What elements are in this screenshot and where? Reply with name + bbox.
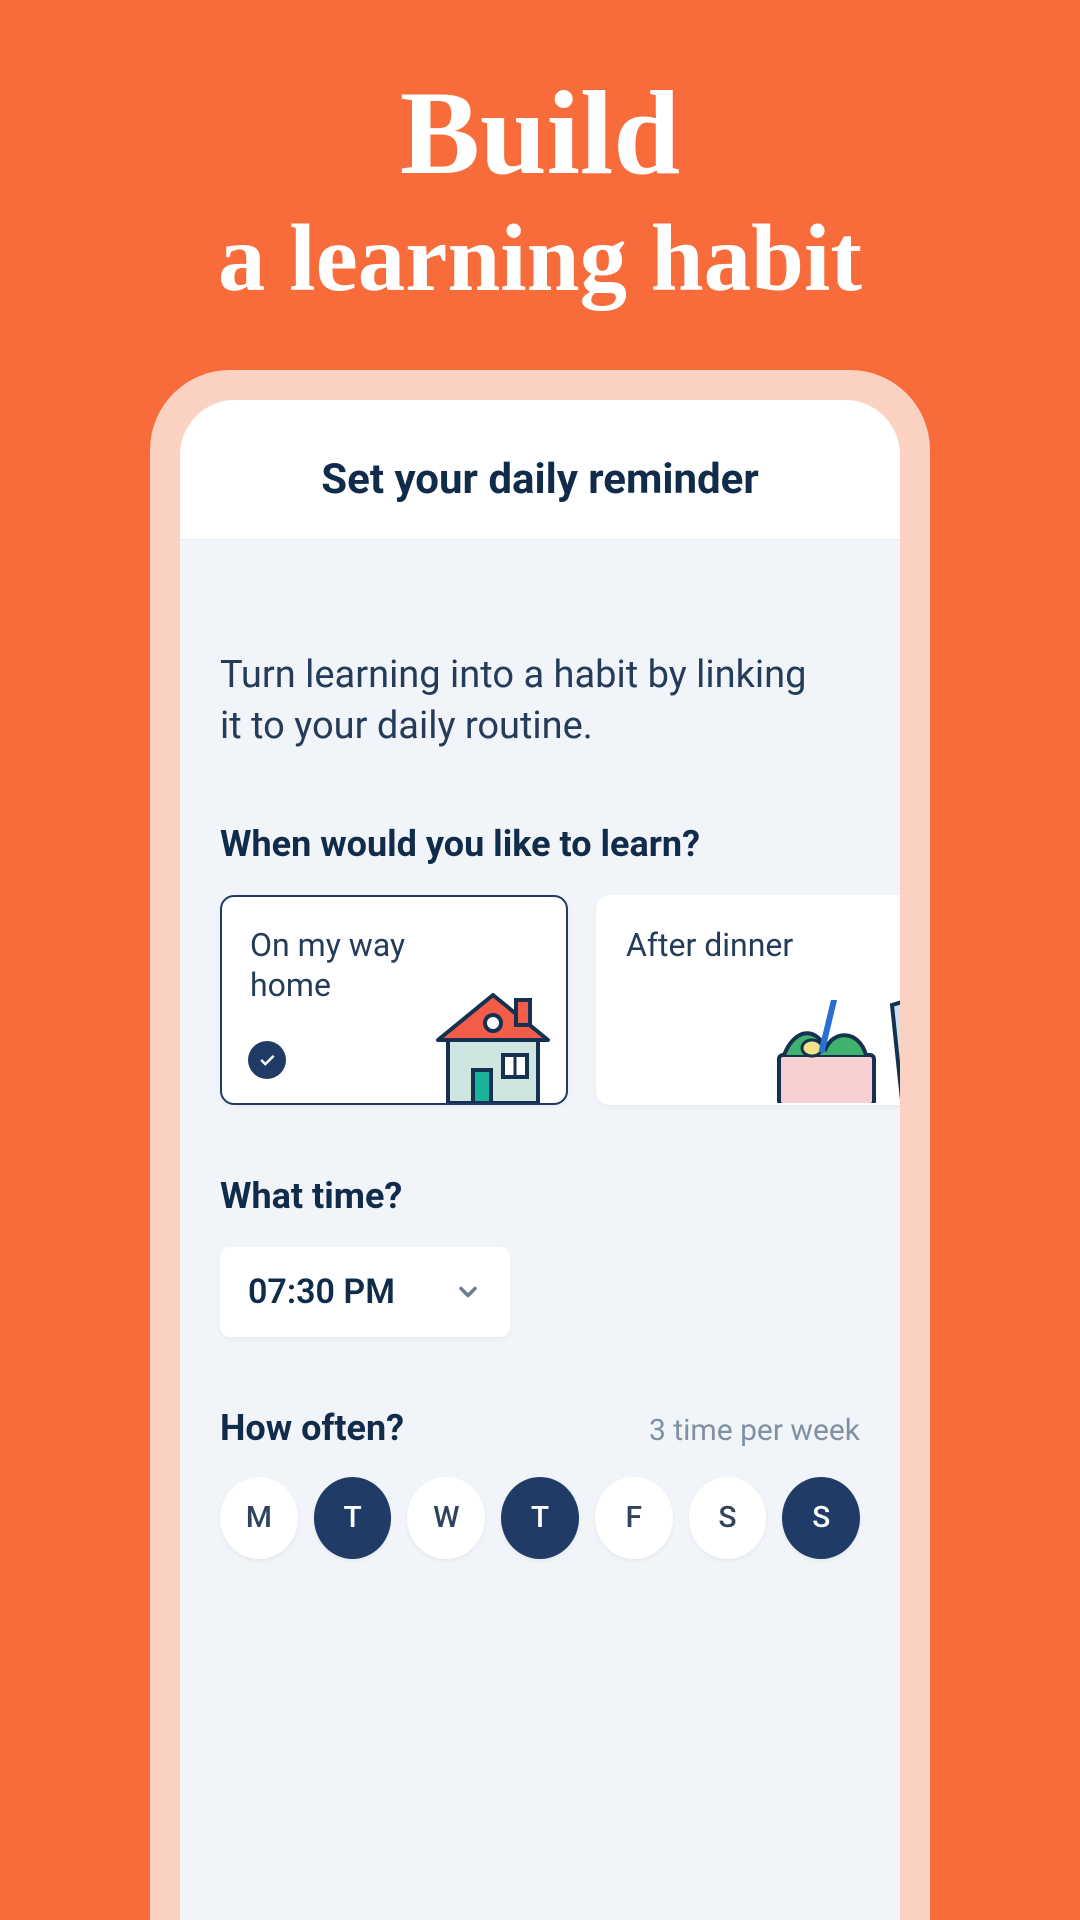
dinner-icon (764, 1000, 900, 1105)
frequency-summary: 3 time per week (649, 1413, 860, 1448)
day-toggle-sat[interactable]: S (689, 1477, 767, 1559)
day-toggle-thu[interactable]: T (501, 1477, 579, 1559)
day-toggle-tue[interactable]: T (314, 1477, 392, 1559)
time-value: 07:30 PM (248, 1272, 395, 1312)
question-how-often: How often? (220, 1407, 404, 1449)
chevron-down-icon (454, 1278, 482, 1306)
day-toggle-mon[interactable]: M (220, 1477, 298, 1559)
hero-line2: a learning habit (0, 206, 1080, 311)
days-row: M T W T F S S (220, 1477, 860, 1559)
screen-body: Turn learning into a habit by linking it… (180, 540, 900, 1559)
selected-check-icon (248, 1041, 286, 1079)
phone-screen: Set your daily reminder Turn learning in… (180, 400, 900, 1920)
question-when: When would you like to learn? (220, 823, 860, 865)
intro-text: Turn learning into a habit by linking it… (220, 650, 820, 753)
screen-title: Set your daily reminder (200, 455, 880, 504)
house-icon (418, 985, 568, 1105)
day-toggle-wed[interactable]: W (407, 1477, 485, 1559)
hero-line1: Build (0, 70, 1080, 196)
time-select[interactable]: 07:30 PM (220, 1247, 510, 1337)
hero-heading: Build a learning habit (0, 0, 1080, 311)
question-what-time: What time? (220, 1175, 860, 1217)
when-option-on-my-way-home[interactable]: On my way home (220, 895, 568, 1105)
screen-header: Set your daily reminder (180, 400, 900, 540)
phone-frame: Set your daily reminder Turn learning in… (150, 370, 930, 1920)
when-option-label: After dinner (626, 925, 846, 965)
when-option-after-dinner[interactable]: After dinner (596, 895, 900, 1105)
when-options: On my way home (220, 895, 900, 1105)
day-toggle-sun[interactable]: S (782, 1477, 860, 1559)
day-toggle-fri[interactable]: F (595, 1477, 673, 1559)
